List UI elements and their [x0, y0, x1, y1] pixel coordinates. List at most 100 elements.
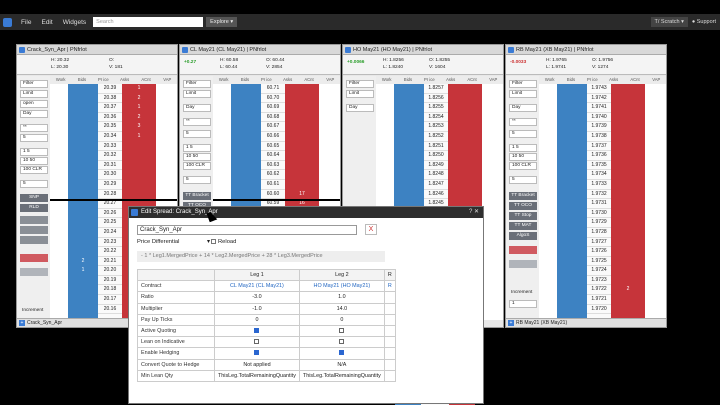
price-grid[interactable]: 1.9743 1.9742 1.9741 1.9740 1.9739 1.9738 1.97…: [539, 84, 666, 320]
leg-cell: [383, 313, 396, 326]
bracket-button[interactable]: TT Bracket: [509, 192, 537, 200]
leg-cell[interactable]: HO May21 (HO May21): [298, 280, 385, 293]
qty-field[interactable]: 5: [20, 134, 48, 142]
bracket-button[interactable]: TT Bracket: [183, 192, 211, 200]
ask-cell: [611, 257, 645, 267]
price-cell: 20.33: [98, 142, 122, 152]
snp-button[interactable]: SNP: [20, 194, 48, 202]
qty-field[interactable]: 5: [509, 130, 537, 138]
tif-select[interactable]: Day: [20, 110, 48, 118]
column-headers: Work Bids Pr ice Asks ACnt VAP: [539, 76, 666, 84]
algo-button-2[interactable]: [20, 226, 48, 234]
price-cell: 1.9738: [587, 132, 611, 142]
ladder-footer-tab[interactable]: RB May21 (XB May21): [506, 318, 666, 327]
algo-button-1[interactable]: [20, 216, 48, 224]
oco-button[interactable]: TT OCO: [509, 202, 537, 210]
filter-checkbox[interactable]: Filter: [183, 80, 211, 88]
dialog-controls[interactable]: ? ✕: [469, 207, 479, 218]
leg-cell: [383, 302, 396, 315]
qty-presets-1[interactable]: 1 5: [509, 144, 537, 152]
price-cell: 60.71: [261, 84, 285, 94]
bids-column[interactable]: 21: [68, 84, 98, 320]
ask-cell: 1: [137, 104, 141, 111]
search-input[interactable]: Search: [93, 17, 204, 27]
sell-button[interactable]: [509, 246, 537, 254]
qty-presets-3[interactable]: 100 CLR: [183, 162, 211, 170]
menu-file[interactable]: File: [16, 19, 36, 26]
workspace-select[interactable]: T/ Scratch ▾: [650, 17, 688, 27]
price-cell: 1.8248: [424, 170, 448, 180]
cancel-button[interactable]: [20, 268, 48, 276]
tif-select[interactable]: Day: [509, 104, 537, 112]
leg-cell: [383, 347, 396, 360]
account-field[interactable]: **: [183, 118, 211, 126]
formula-field[interactable]: - 1 * Leg1.MergedPrice + 14 * Leg2.Merge…: [137, 251, 385, 262]
leg-cell: 1.0: [298, 291, 385, 304]
menu-widgets[interactable]: Widgets: [58, 19, 91, 26]
leg-cell[interactable]: CL May21 (CL May21): [214, 280, 300, 293]
display-qty[interactable]: 5: [20, 180, 48, 188]
rld-button[interactable]: RLD: [20, 204, 48, 212]
order-type-select[interactable]: Limit: [183, 90, 211, 98]
display-qty[interactable]: 5: [183, 176, 211, 184]
cancel-button[interactable]: [509, 260, 537, 268]
qty-presets-1[interactable]: 1 5: [20, 148, 48, 156]
ask-cell: 17: [299, 190, 305, 197]
reload-checkbox[interactable]: Reload: [211, 239, 236, 245]
filter-checkbox[interactable]: Filter: [509, 80, 537, 88]
tif-select[interactable]: Day: [183, 104, 211, 112]
qty-presets-2[interactable]: 10 50: [183, 153, 211, 161]
price-cell: 20.36: [98, 113, 122, 123]
checkbox[interactable]: [254, 350, 260, 356]
qty-field[interactable]: 5: [183, 130, 211, 138]
spread-name-input[interactable]: Crack_Syn_Apr: [137, 225, 357, 235]
account-field[interactable]: **: [509, 118, 537, 126]
price-cell: 1.8254: [424, 113, 448, 123]
ask-cell: [122, 151, 156, 161]
leg-cell[interactable]: R: [383, 280, 396, 293]
filter-checkbox[interactable]: Filter: [346, 80, 374, 88]
account-field[interactable]: **: [20, 124, 48, 132]
ask-cell: [611, 247, 645, 257]
algo-button[interactable]: AlgoS: [509, 232, 537, 240]
checkbox[interactable]: [339, 350, 345, 356]
price-cell: 20.25: [98, 218, 122, 228]
qty-presets-3[interactable]: 100 CLR: [20, 166, 48, 174]
checkbox[interactable]: [339, 339, 345, 345]
checkbox[interactable]: [339, 328, 345, 334]
ask-cell: [122, 142, 156, 152]
qty-presets-3[interactable]: 100 CLR: [509, 162, 537, 170]
checkbox[interactable]: [254, 328, 260, 334]
ask-cell: [122, 190, 156, 200]
bids-column[interactable]: [557, 84, 587, 320]
order-type-select[interactable]: Limit: [509, 90, 537, 98]
open-select[interactable]: open: [20, 100, 48, 108]
mat-button[interactable]: TT MAT: [509, 222, 537, 230]
support-link[interactable]: ● Support: [692, 19, 716, 25]
tif-select[interactable]: Day: [346, 104, 374, 112]
menu-edit[interactable]: Edit: [36, 19, 57, 26]
asks-column[interactable]: 2: [611, 84, 645, 320]
ask-cell: [285, 151, 319, 161]
increment-field[interactable]: 1: [509, 300, 537, 308]
qty-presets-2[interactable]: 10 50: [20, 157, 48, 165]
checkbox[interactable]: [254, 339, 260, 345]
leg-cell: Not applied: [214, 358, 300, 371]
algo-button-3[interactable]: [20, 236, 48, 244]
ask-cell: [611, 84, 645, 94]
filter-checkbox[interactable]: Filter: [20, 80, 48, 88]
order-type-select[interactable]: Limit: [20, 90, 48, 98]
stop-button[interactable]: TT Stop: [509, 212, 537, 220]
qty-presets-1[interactable]: 1 5: [183, 144, 211, 152]
leg-cell: -1.0: [214, 302, 300, 315]
price-cell: 1.8249: [424, 161, 448, 171]
order-type-select[interactable]: Limit: [346, 90, 374, 98]
qty-presets-2[interactable]: 10 50: [509, 153, 537, 161]
pricing-mode-select[interactable]: Price Differential ▾: [137, 239, 210, 245]
price-cell: 20.30: [98, 170, 122, 180]
clear-name-button[interactable]: X: [365, 224, 377, 235]
explore-button[interactable]: Explore ▾: [206, 17, 238, 27]
price-cell: 1.9741: [587, 103, 611, 113]
display-qty[interactable]: 5: [509, 176, 537, 184]
sell-button[interactable]: [20, 254, 48, 262]
